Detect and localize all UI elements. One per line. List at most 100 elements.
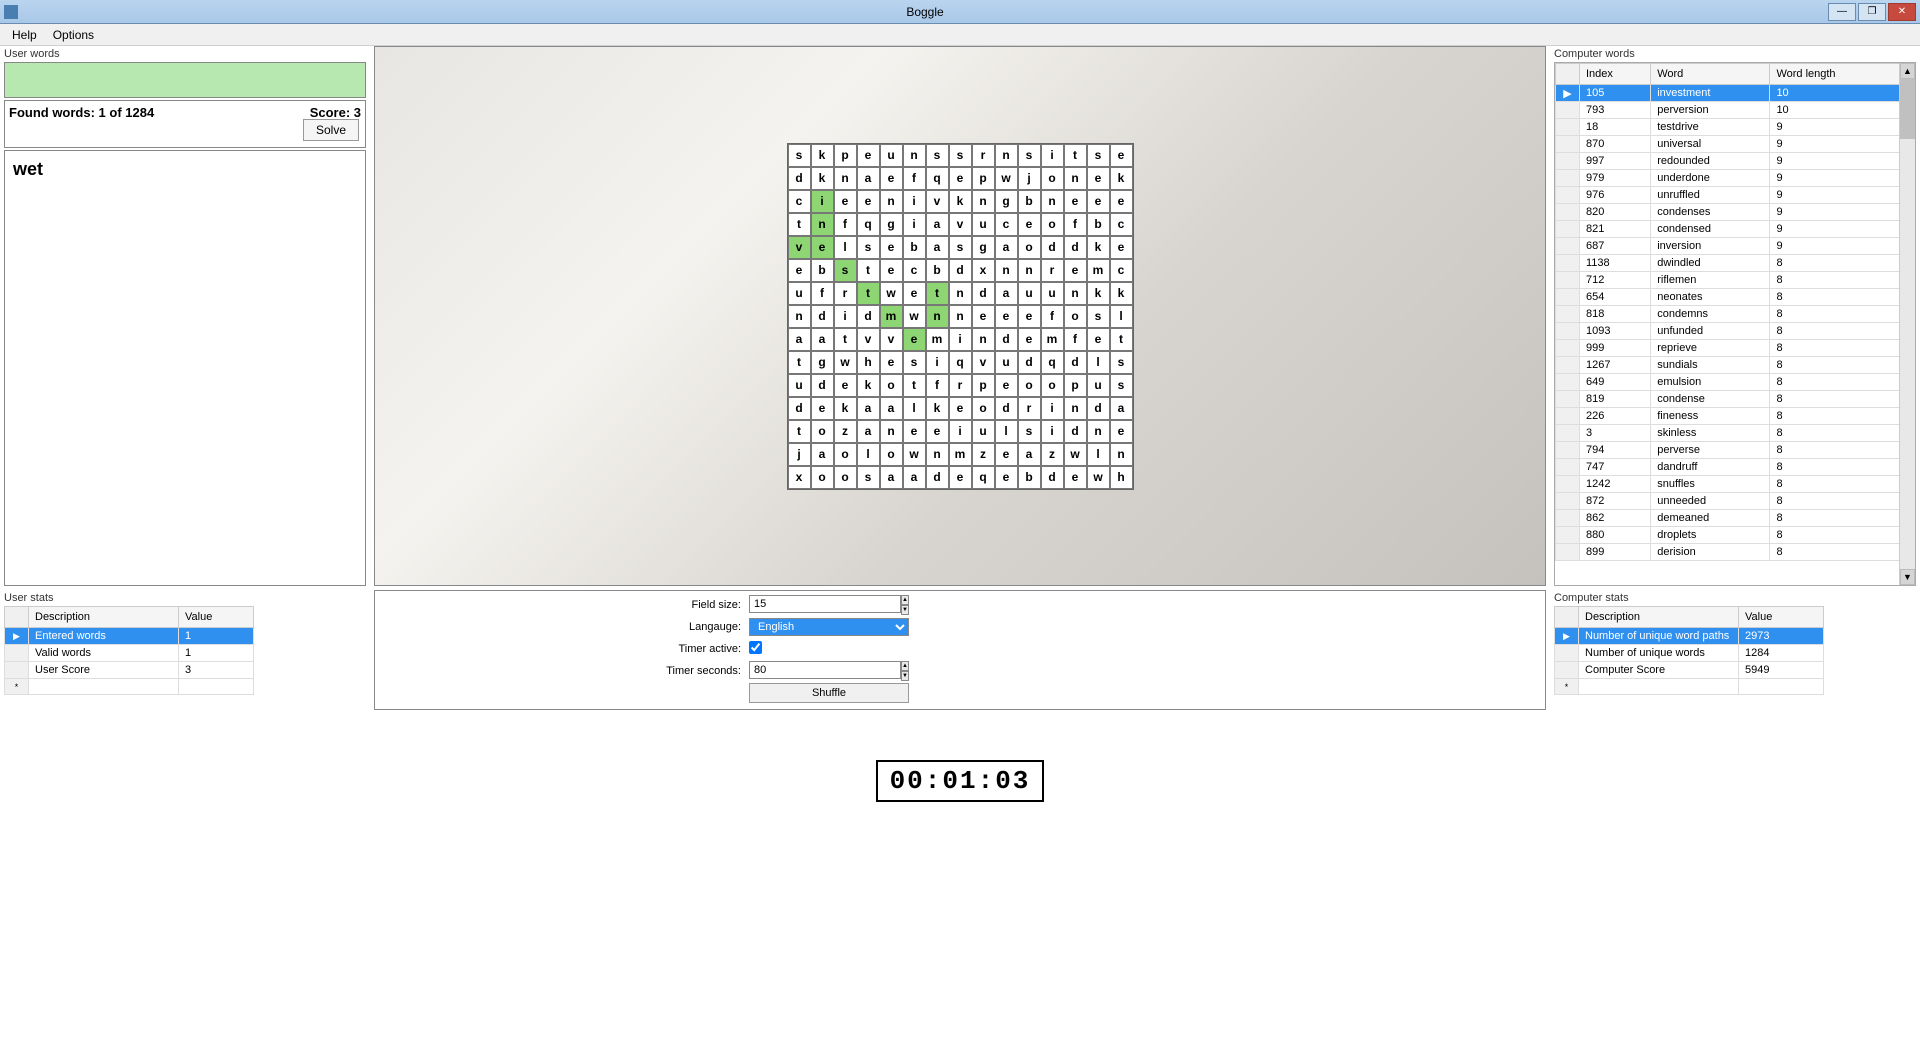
board-cell[interactable]: e bbox=[995, 374, 1018, 397]
board-cell[interactable]: e bbox=[1110, 420, 1133, 443]
board-cell[interactable]: l bbox=[1087, 443, 1110, 466]
board-cell[interactable]: c bbox=[1110, 259, 1133, 282]
board-cell[interactable]: o bbox=[811, 420, 834, 443]
table-row[interactable]: 819condense8 bbox=[1556, 391, 1915, 408]
shuffle-button[interactable]: Shuffle bbox=[749, 683, 909, 703]
board-cell[interactable]: z bbox=[834, 420, 857, 443]
board-cell[interactable]: a bbox=[811, 443, 834, 466]
scroll-up-icon[interactable]: ▲ bbox=[1900, 63, 1915, 79]
board-cell[interactable]: q bbox=[1041, 351, 1064, 374]
board-cell[interactable]: a bbox=[811, 328, 834, 351]
board-cell[interactable]: n bbox=[834, 167, 857, 190]
board-cell[interactable]: c bbox=[1110, 213, 1133, 236]
board-cell[interactable]: o bbox=[1041, 213, 1064, 236]
board-cell[interactable]: n bbox=[1110, 443, 1133, 466]
board-cell[interactable]: t bbox=[1064, 144, 1087, 167]
board-cell[interactable]: t bbox=[857, 282, 880, 305]
board-cell[interactable]: h bbox=[1110, 466, 1133, 489]
board-cell[interactable]: a bbox=[1018, 443, 1041, 466]
board-cell[interactable]: z bbox=[1041, 443, 1064, 466]
board-cell[interactable]: n bbox=[926, 305, 949, 328]
board-cell[interactable]: e bbox=[1110, 236, 1133, 259]
board-cell[interactable]: d bbox=[788, 397, 811, 420]
board-cell[interactable]: s bbox=[926, 144, 949, 167]
board-cell[interactable]: l bbox=[1110, 305, 1133, 328]
board-cell[interactable]: e bbox=[903, 328, 926, 351]
board-cell[interactable]: i bbox=[926, 351, 949, 374]
board-cell[interactable]: m bbox=[926, 328, 949, 351]
board-cell[interactable]: e bbox=[857, 144, 880, 167]
board-cell[interactable]: b bbox=[903, 236, 926, 259]
board-cell[interactable]: a bbox=[995, 236, 1018, 259]
board-cell[interactable]: l bbox=[857, 443, 880, 466]
board-cell[interactable]: n bbox=[811, 213, 834, 236]
board-cell[interactable]: x bbox=[972, 259, 995, 282]
board-cell[interactable]: t bbox=[857, 259, 880, 282]
board-cell[interactable]: t bbox=[926, 282, 949, 305]
board-cell[interactable]: q bbox=[926, 167, 949, 190]
board-cell[interactable]: p bbox=[1064, 374, 1087, 397]
board-cell[interactable]: o bbox=[972, 397, 995, 420]
board-cell[interactable]: g bbox=[880, 213, 903, 236]
board-cell[interactable]: n bbox=[1064, 397, 1087, 420]
board-cell[interactable]: s bbox=[1018, 420, 1041, 443]
board-cell[interactable]: l bbox=[834, 236, 857, 259]
board-cell[interactable]: s bbox=[788, 144, 811, 167]
board-cell[interactable]: n bbox=[949, 305, 972, 328]
table-row[interactable]: Number of unique words1284 bbox=[1555, 645, 1824, 662]
board-cell[interactable]: t bbox=[903, 374, 926, 397]
board-cell[interactable]: r bbox=[1041, 259, 1064, 282]
board-cell[interactable]: j bbox=[788, 443, 811, 466]
board-cell[interactable]: w bbox=[1087, 466, 1110, 489]
board-cell[interactable]: n bbox=[995, 259, 1018, 282]
board-cell[interactable]: n bbox=[880, 190, 903, 213]
board-cell[interactable]: f bbox=[1041, 305, 1064, 328]
board-cell[interactable]: n bbox=[949, 282, 972, 305]
board-cell[interactable]: e bbox=[834, 374, 857, 397]
board-cell[interactable]: u bbox=[788, 282, 811, 305]
timer-seconds-spinner[interactable]: ▲▼ bbox=[749, 661, 909, 681]
board-cell[interactable]: c bbox=[903, 259, 926, 282]
board-cell[interactable]: j bbox=[1018, 167, 1041, 190]
table-row[interactable]: ▶Entered words1 bbox=[5, 628, 254, 645]
board-cell[interactable]: s bbox=[834, 259, 857, 282]
board-cell[interactable]: k bbox=[857, 374, 880, 397]
board-cell[interactable]: q bbox=[972, 466, 995, 489]
board-cell[interactable]: b bbox=[1018, 466, 1041, 489]
board-cell[interactable]: k bbox=[811, 144, 834, 167]
board-cell[interactable]: e bbox=[949, 397, 972, 420]
board-cell[interactable]: f bbox=[1064, 213, 1087, 236]
table-row[interactable]: 1242snuffles8 bbox=[1556, 476, 1915, 493]
board-cell[interactable]: v bbox=[788, 236, 811, 259]
scroll-down-icon[interactable]: ▼ bbox=[1900, 569, 1915, 585]
board-cell[interactable]: m bbox=[880, 305, 903, 328]
table-row[interactable]: 687inversion9 bbox=[1556, 238, 1915, 255]
minimize-button[interactable]: — bbox=[1828, 3, 1856, 21]
board-cell[interactable]: a bbox=[857, 420, 880, 443]
board-cell[interactable]: d bbox=[1041, 466, 1064, 489]
board-cell[interactable]: o bbox=[880, 443, 903, 466]
board-cell[interactable]: a bbox=[926, 213, 949, 236]
table-row[interactable]: 997redounded9 bbox=[1556, 153, 1915, 170]
spin-down-icon[interactable]: ▼ bbox=[901, 605, 909, 615]
board-cell[interactable]: t bbox=[788, 420, 811, 443]
board-cell[interactable]: i bbox=[1041, 420, 1064, 443]
board-cell[interactable]: g bbox=[811, 351, 834, 374]
table-row[interactable]: 226fineness8 bbox=[1556, 408, 1915, 425]
board-cell[interactable]: u bbox=[972, 420, 995, 443]
board-cell[interactable]: g bbox=[995, 190, 1018, 213]
table-row[interactable]: 794perverse8 bbox=[1556, 442, 1915, 459]
board-cell[interactable]: n bbox=[1087, 420, 1110, 443]
board-cell[interactable]: e bbox=[1064, 190, 1087, 213]
board-cell[interactable]: s bbox=[949, 236, 972, 259]
table-row[interactable]: 654neonates8 bbox=[1556, 289, 1915, 306]
board-cell[interactable]: d bbox=[926, 466, 949, 489]
board-cell[interactable]: n bbox=[995, 144, 1018, 167]
table-row[interactable]: ▶Number of unique word paths2973 bbox=[1555, 628, 1824, 645]
board-cell[interactable]: o bbox=[834, 443, 857, 466]
board-cell[interactable]: m bbox=[949, 443, 972, 466]
board-cell[interactable]: m bbox=[1041, 328, 1064, 351]
board-cell[interactable]: d bbox=[857, 305, 880, 328]
board-cell[interactable]: e bbox=[972, 305, 995, 328]
board-cell[interactable]: i bbox=[903, 190, 926, 213]
